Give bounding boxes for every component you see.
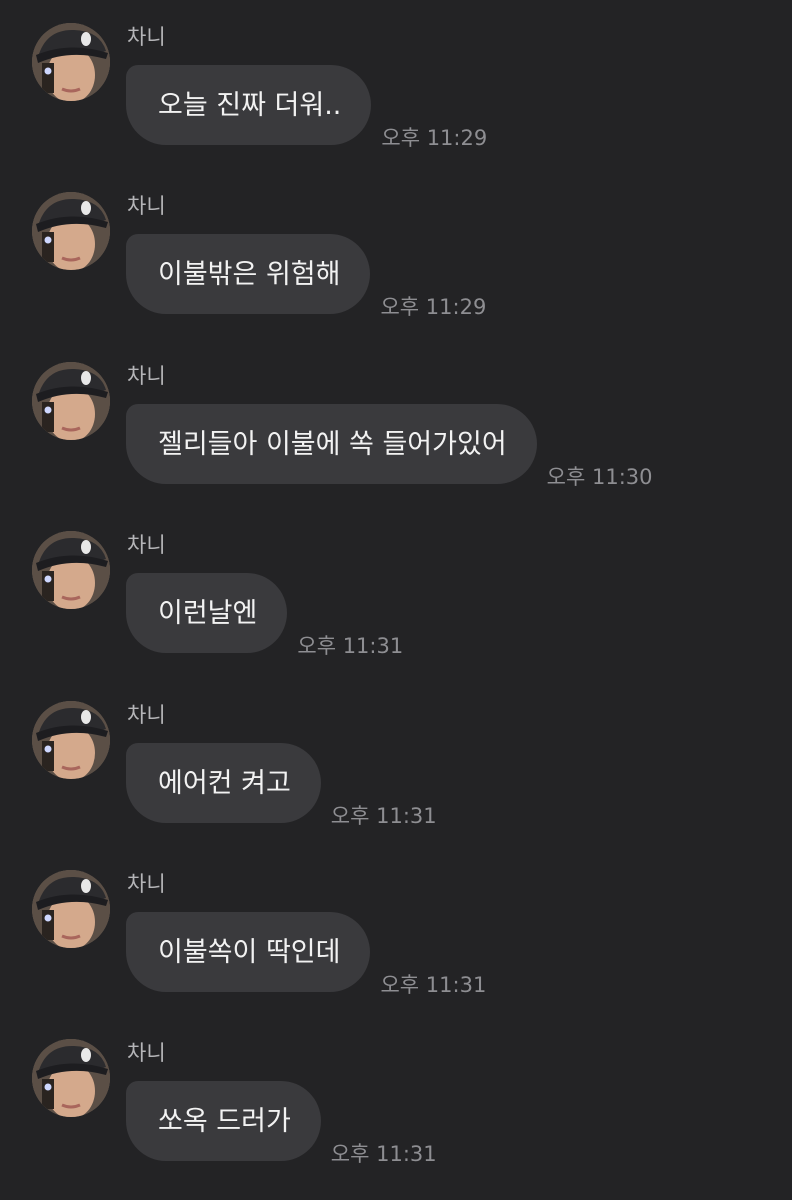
sender-name: 차니 — [127, 1041, 166, 1065]
message-bubble[interactable]: 젤리들아 이불에 쏙 들어가있어 — [126, 404, 537, 484]
message-timestamp: 오후 11:29 — [381, 126, 488, 150]
message-item: 차니 이불쏙이 딱인데 오후 11:31 — [0, 870, 792, 1020]
message-bubble[interactable]: 에어컨 켜고 — [126, 743, 321, 823]
avatar[interactable] — [32, 870, 110, 948]
message-row: 이런날엔 오후 11:31 — [126, 573, 403, 658]
avatar-photo-icon — [32, 192, 110, 270]
avatar[interactable] — [32, 1039, 110, 1117]
message-bubble[interactable]: 이런날엔 — [126, 573, 288, 653]
message-row: 에어컨 켜고 오후 11:31 — [126, 743, 437, 828]
message-item: 차니 젤리들아 이불에 쏙 들어가있어 오후 11:30 — [0, 362, 792, 512]
sender-name: 차니 — [127, 872, 166, 896]
avatar-photo-icon — [32, 531, 110, 609]
message-row: 이불밖은 위험해 오후 11:29 — [126, 234, 486, 319]
avatar[interactable] — [32, 531, 110, 609]
message-bubble[interactable]: 오늘 진짜 더워.. — [126, 65, 372, 145]
avatar-photo-icon — [32, 23, 110, 101]
message-item: 차니 에어컨 켜고 오후 11:31 — [0, 701, 792, 851]
message-bubble[interactable]: 이불쏙이 딱인데 — [126, 912, 371, 992]
message-row: 젤리들아 이불에 쏙 들어가있어 오후 11:30 — [126, 404, 653, 489]
avatar-photo-icon — [32, 701, 110, 779]
message-row: 쏘옥 드러가 오후 11:31 — [126, 1081, 437, 1166]
message-item: 차니 이런날엔 오후 11:31 — [0, 531, 792, 681]
avatar-photo-icon — [32, 362, 110, 440]
avatar[interactable] — [32, 362, 110, 440]
message-timestamp: 오후 11:30 — [546, 465, 653, 489]
message-row: 이불쏙이 딱인데 오후 11:31 — [126, 912, 486, 997]
message-timestamp: 오후 11:31 — [330, 804, 437, 828]
sender-name: 차니 — [127, 25, 166, 49]
chat-message-list[interactable]: 차니 오늘 진짜 더워.. 오후 11:29 차니 이불밖은 위험해 오후 11… — [0, 0, 792, 1200]
message-timestamp: 오후 11:29 — [380, 295, 487, 319]
message-row: 오늘 진짜 더워.. 오후 11:29 — [126, 65, 487, 150]
sender-name: 차니 — [127, 194, 166, 218]
sender-name: 차니 — [127, 533, 166, 557]
message-timestamp: 오후 11:31 — [297, 634, 404, 658]
sender-name: 차니 — [127, 364, 166, 388]
avatar[interactable] — [32, 23, 110, 101]
message-bubble[interactable]: 쏘옥 드러가 — [126, 1081, 321, 1161]
sender-name: 차니 — [127, 703, 166, 727]
message-item: 차니 이불밖은 위험해 오후 11:29 — [0, 192, 792, 342]
avatar-photo-icon — [32, 870, 110, 948]
avatar-photo-icon — [32, 1039, 110, 1117]
message-timestamp: 오후 11:31 — [380, 973, 487, 997]
message-item: 차니 오늘 진짜 더워.. 오후 11:29 — [0, 23, 792, 173]
message-bubble[interactable]: 이불밖은 위험해 — [126, 234, 371, 314]
message-timestamp: 오후 11:31 — [330, 1142, 437, 1166]
avatar[interactable] — [32, 701, 110, 779]
message-item: 차니 쏘옥 드러가 오후 11:31 — [0, 1039, 792, 1189]
avatar[interactable] — [32, 192, 110, 270]
